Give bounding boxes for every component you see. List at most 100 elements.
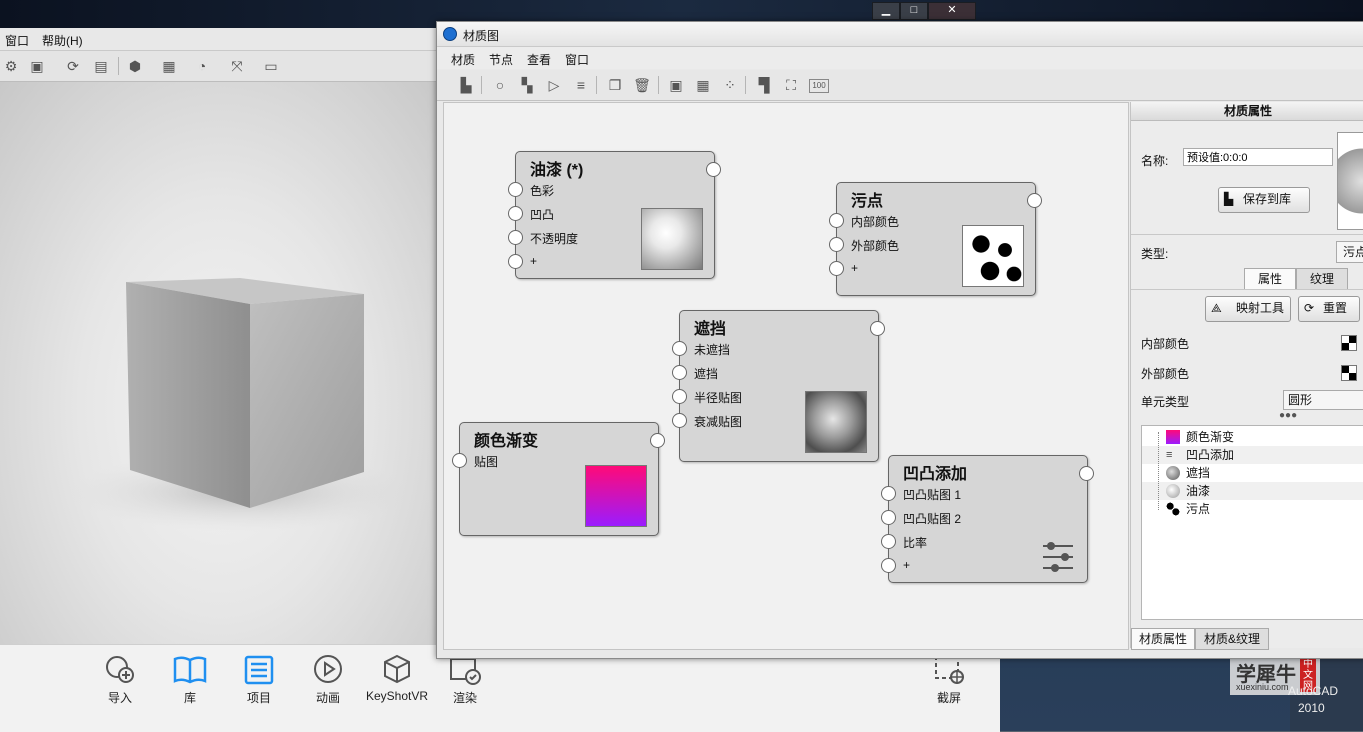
tab-material-texture[interactable]: 材质&纹理: [1195, 628, 1269, 650]
port-occlusion-falloff-map[interactable]: [672, 413, 687, 428]
import-button[interactable]: 导入: [85, 645, 155, 732]
node-color-gradient[interactable]: 颜色渐变 贴图: [452, 422, 665, 536]
port-gradient-output[interactable]: [650, 433, 665, 448]
port-label: 衰减贴图: [694, 415, 743, 429]
animation-button[interactable]: 动画: [293, 645, 363, 732]
outer-color-swatch[interactable]: [1341, 365, 1357, 381]
port-spots-add[interactable]: [829, 261, 844, 276]
port-paint-color[interactable]: [508, 182, 523, 197]
desktop-year-text: 2010: [1298, 701, 1325, 715]
tab-material-properties[interactable]: 材质属性: [1131, 628, 1195, 650]
tab-texture[interactable]: 纹理: [1296, 268, 1348, 290]
port-occlusion-unoccluded[interactable]: [672, 341, 687, 356]
properties-header: 材质属性: [1131, 102, 1363, 121]
material-name-input[interactable]: [1183, 148, 1333, 166]
port-spots-inner[interactable]: [829, 213, 844, 228]
close-button[interactable]: ✕: [928, 2, 976, 20]
node-bump-add[interactable]: 凹凸添加 凹凸贴图 1 凹凸贴图 2 比率 +: [881, 455, 1094, 583]
gradient-swatch-icon: [1166, 430, 1180, 444]
port-bump-ratio[interactable]: [881, 534, 896, 549]
copy-icon[interactable]: ❐: [606, 76, 624, 94]
node-canvas[interactable]: 油漆 (*) 色彩 凹凸 不透明度 + 污点 内部颜色 外部颜色 + 遮挡 未遮…: [443, 102, 1129, 650]
render-viewport[interactable]: [0, 82, 440, 672]
splitter-handle[interactable]: ●●●: [1279, 410, 1297, 421]
port-paint-add[interactable]: [508, 254, 523, 269]
menu-view[interactable]: 查看: [527, 51, 551, 68]
camera-icon[interactable]: ▣: [28, 57, 46, 75]
menu-material[interactable]: 材质: [451, 51, 475, 68]
cell-type-dropdown[interactable]: 圆形: [1283, 390, 1363, 410]
node-occlusion[interactable]: 遮挡 未遮挡 遮挡 半径贴图 衰减贴图: [672, 310, 885, 462]
shield-icon[interactable]: ⬢: [126, 57, 144, 75]
node-spots[interactable]: 污点 内部颜色 外部颜色 +: [829, 182, 1042, 296]
keyshotvr-button[interactable]: KeyShotVR: [362, 645, 432, 732]
port-bump-add[interactable]: [881, 558, 896, 573]
zoom-100-icon[interactable]: 100: [809, 79, 829, 93]
port-gradient-map[interactable]: [452, 453, 467, 468]
port-occlusion-radius-map[interactable]: [672, 389, 687, 404]
material-properties-panel: 材质属性 名称: ▙ 保存到库 类型: 污点 属性 纹理 ⟁ 映射工具 ⟳ 重置…: [1130, 102, 1363, 650]
delete-icon[interactable]: 🗑: [633, 76, 651, 94]
project-button[interactable]: 项目: [224, 645, 294, 732]
material-graph-titlebar[interactable]: 材质图: [437, 22, 1363, 47]
maximize-button[interactable]: □: [900, 2, 928, 20]
port-occlusion-output[interactable]: [870, 321, 885, 336]
sliders-icon[interactable]: ≡: [572, 76, 590, 94]
tree-item[interactable]: 油漆: [1142, 482, 1363, 500]
node-paint-title: 油漆 (*): [530, 162, 584, 179]
reset-button[interactable]: ⟳ 重置: [1298, 296, 1360, 322]
menu-window[interactable]: 窗口: [5, 32, 29, 49]
node-add-icon[interactable]: ▣: [667, 76, 685, 94]
minimize-button[interactable]: ▁: [872, 2, 900, 20]
save-icon: ▙: [1224, 192, 1234, 206]
port-occlusion-occluded[interactable]: [672, 365, 687, 380]
sphere-icon[interactable]: ○: [491, 76, 509, 94]
tab-properties[interactable]: 属性: [1244, 268, 1296, 289]
port-bump-output[interactable]: [1079, 466, 1094, 481]
port-paint-opacity[interactable]: [508, 230, 523, 245]
play-icon[interactable]: ▷: [545, 76, 563, 94]
console-icon[interactable]: ▭: [262, 57, 280, 75]
checker-icon[interactable]: ▚: [518, 76, 536, 94]
menu-window-mg[interactable]: 窗口: [565, 51, 589, 68]
port-label: 半径贴图: [694, 391, 743, 405]
layout-icon[interactable]: ▦: [160, 57, 178, 75]
import-label: 导入: [107, 691, 132, 705]
menu-help[interactable]: 帮助(H): [42, 32, 83, 49]
port-label: +: [903, 558, 911, 572]
port-spots-outer[interactable]: [829, 237, 844, 252]
port-spots-output[interactable]: [1027, 193, 1042, 208]
keyshot-main-window: 窗口 帮助(H) ⚙ ▣ ⟳ ▤ ⬢ ▦ ◔ ⤧ ▭: [0, 28, 440, 731]
paint-icon[interactable]: ◔: [193, 57, 211, 75]
library-button[interactable]: 库: [155, 645, 225, 732]
arrange-icon[interactable]: ▜: [755, 76, 773, 94]
type-dropdown[interactable]: 污点: [1336, 241, 1363, 263]
port-paint-bump[interactable]: [508, 206, 523, 221]
settings-icon[interactable]: ⚙: [2, 57, 20, 75]
fit-view-icon[interactable]: ⛶: [782, 76, 800, 94]
geometry-icon[interactable]: ⤧: [228, 57, 246, 75]
project-icon: [244, 655, 274, 685]
mapping-tool-button[interactable]: ⟁ 映射工具: [1205, 296, 1291, 322]
tree-item[interactable]: ≡ 凹凸添加: [1142, 446, 1363, 464]
panel-bottom-tabs: 材质属性 材质&纹理: [1131, 628, 1363, 650]
node-paint[interactable]: 油漆 (*) 色彩 凹凸 不透明度 +: [508, 151, 721, 279]
lock-icon[interactable]: ▤: [92, 57, 110, 75]
node-grid-icon[interactable]: ▦: [694, 76, 712, 94]
main-menubar: 窗口 帮助(H): [0, 28, 440, 51]
save-icon[interactable]: ▙: [457, 76, 475, 94]
save-to-library-button[interactable]: ▙ 保存到库: [1218, 187, 1310, 213]
tree-item[interactable]: 遮挡: [1142, 464, 1363, 482]
port-bump-map-1[interactable]: [881, 486, 896, 501]
inner-color-swatch[interactable]: [1341, 335, 1357, 351]
tree-item[interactable]: 颜色渐变: [1142, 428, 1363, 446]
menu-node[interactable]: 节点: [489, 51, 513, 68]
refresh-icon[interactable]: ⟳: [64, 57, 82, 75]
desktop-brand-text: AutoCAD: [1288, 684, 1339, 698]
port-bump-map-2[interactable]: [881, 510, 896, 525]
node-dots-icon[interactable]: ⁘: [721, 76, 739, 94]
port-paint-output[interactable]: [706, 162, 721, 177]
tree-item[interactable]: 污点: [1142, 500, 1363, 518]
keyshot-logo-icon: [443, 27, 457, 41]
cube-render: [70, 278, 410, 532]
